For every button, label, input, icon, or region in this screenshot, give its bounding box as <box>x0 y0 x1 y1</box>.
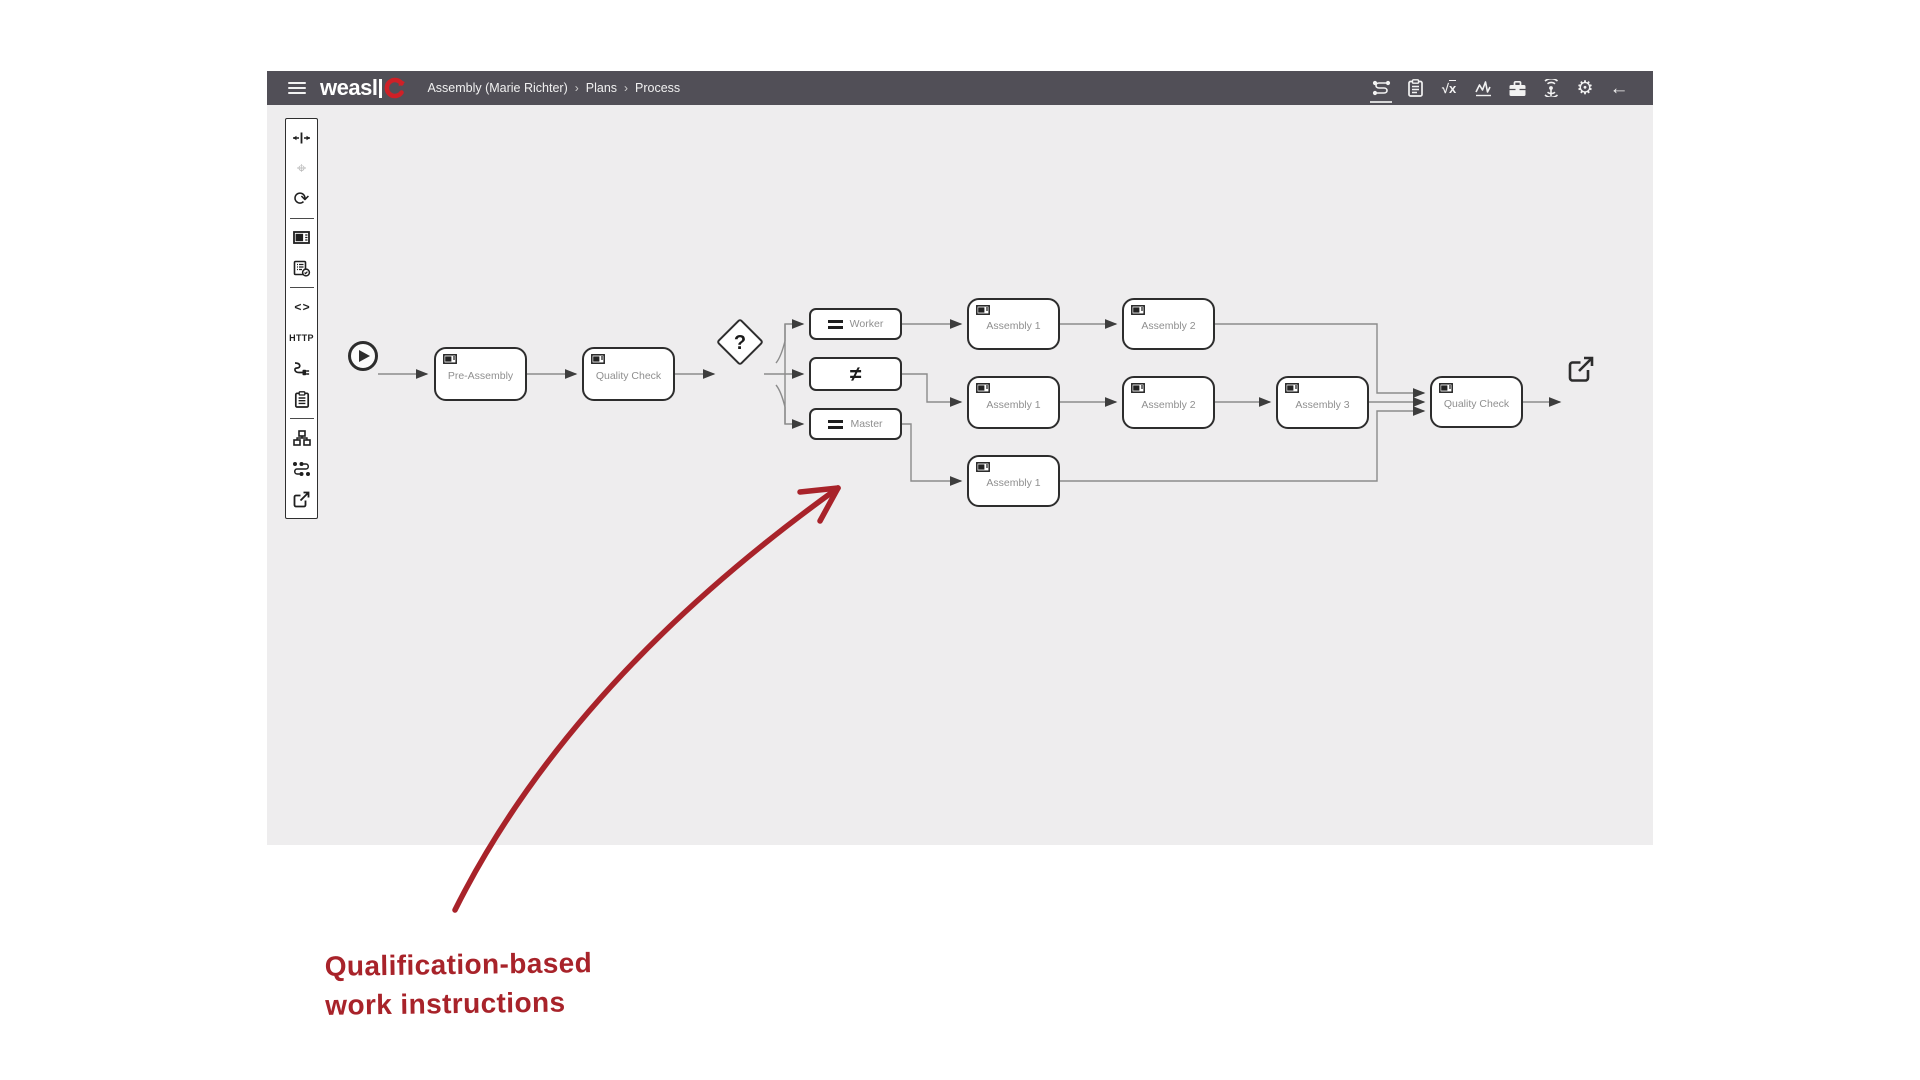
task-assembly3-mid[interactable]: Assembly 3 <box>1276 376 1369 429</box>
task-label: Assembly 1 <box>986 320 1040 332</box>
refresh-icon[interactable]: ⟳ <box>286 184 317 215</box>
task-label: Quality Check <box>596 370 661 382</box>
condition-label: Worker <box>850 318 884 330</box>
annotation-text: Qualification-based work instructions <box>324 943 592 1025</box>
diagram-edges <box>267 105 1653 845</box>
task-label: Assembly 2 <box>1141 399 1195 411</box>
annotation-line-2: work instructions <box>325 982 593 1025</box>
hierarchy-icon[interactable] <box>286 422 317 453</box>
diagram-toolbar: ⌖ ⟳ < > HTTP <box>285 118 318 519</box>
task-quality-check-final[interactable]: Quality Check <box>1430 376 1523 428</box>
breadcrumb-item-assembly[interactable]: Assembly (Marie Richter) <box>427 81 567 95</box>
task-quality-check-1[interactable]: Quality Check <box>582 347 675 401</box>
equals-icon <box>828 420 843 429</box>
clipboard-icon[interactable] <box>286 384 317 415</box>
task-assembly1-mid[interactable]: Assembly 1 <box>967 376 1060 429</box>
app-window: weasl Assembly (Marie Richter) › Plans ›… <box>267 71 1653 845</box>
task-assembly1-bottom[interactable]: Assembly 1 <box>967 455 1060 507</box>
task-label: Quality Check <box>1444 398 1509 410</box>
card-icon <box>591 354 605 364</box>
sqrt-var: x <box>1449 80 1456 96</box>
broadcast-icon[interactable] <box>1537 71 1565 105</box>
condition-not-equal[interactable]: ≠ <box>809 357 902 391</box>
form-view-icon[interactable] <box>286 222 317 253</box>
card-icon <box>1285 383 1299 393</box>
toolbar-divider <box>290 287 314 288</box>
card-icon <box>1131 383 1145 393</box>
task-label: Assembly 3 <box>1295 399 1349 411</box>
equals-icon <box>828 320 843 329</box>
task-label: Assembly 2 <box>1141 320 1195 332</box>
card-icon <box>443 354 457 364</box>
hamburger-icon[interactable] <box>288 82 306 94</box>
task-label: Assembly 1 <box>986 399 1040 411</box>
http-tool[interactable]: HTTP <box>286 322 317 353</box>
move-tool-icon[interactable]: ⌖ <box>286 153 317 184</box>
toolbar-divider <box>290 418 314 419</box>
task-label: Assembly 1 <box>986 477 1040 489</box>
task-assembly2-mid[interactable]: Assembly 2 <box>1122 376 1215 429</box>
breadcrumb-separator: › <box>624 81 628 95</box>
settings-icon[interactable]: ⚙ <box>1571 71 1599 105</box>
route-icon[interactable] <box>286 453 317 484</box>
breadcrumb-item-process[interactable]: Process <box>635 81 680 95</box>
back-icon[interactable]: ← <box>1605 71 1633 105</box>
formula-icon[interactable]: √x <box>1435 71 1463 105</box>
card-icon <box>1439 383 1453 393</box>
play-icon <box>359 350 370 362</box>
open-external-icon[interactable] <box>286 484 317 515</box>
card-icon <box>976 462 990 472</box>
fit-width-icon[interactable] <box>286 122 317 153</box>
logo-text: weasl <box>320 77 377 99</box>
condition-worker[interactable]: Worker <box>809 308 902 340</box>
card-icon <box>1131 305 1145 315</box>
clipboard-icon[interactable] <box>1401 71 1429 105</box>
not-equal-icon: ≠ <box>850 364 862 385</box>
annotation-line-1: Qualification-based <box>324 943 592 986</box>
code-icon[interactable]: < > <box>286 291 317 322</box>
chart-icon[interactable] <box>1469 71 1497 105</box>
document-search-icon[interactable] <box>286 253 317 284</box>
card-icon <box>976 383 990 393</box>
task-label: Pre-Assembly <box>448 370 513 382</box>
sqrt-sign: √ <box>1442 81 1449 96</box>
task-pre-assembly[interactable]: Pre-Assembly <box>434 347 527 401</box>
condition-master[interactable]: Master <box>809 408 902 440</box>
process-canvas[interactable]: Pre-Assembly Quality Check ? Worker ≠ Ma… <box>267 105 1653 845</box>
toolbar-divider <box>290 218 314 219</box>
logo[interactable]: weasl <box>320 77 405 99</box>
start-event[interactable] <box>348 341 378 371</box>
breadcrumb: Assembly (Marie Richter) › Plans › Proce… <box>427 81 680 95</box>
red-circular-arrow-icon <box>383 77 405 99</box>
task-assembly2-top[interactable]: Assembly 2 <box>1122 298 1215 350</box>
briefcase-icon[interactable] <box>1503 71 1531 105</box>
task-assembly1-top[interactable]: Assembly 1 <box>967 298 1060 350</box>
end-event-open-external[interactable] <box>1566 354 1596 389</box>
header-bar: weasl Assembly (Marie Richter) › Plans ›… <box>267 71 1653 105</box>
header-icon-group: √x <box>1367 71 1633 105</box>
card-icon <box>976 305 990 315</box>
process-flow-icon[interactable] <box>1367 71 1395 105</box>
breadcrumb-item-plans[interactable]: Plans <box>586 81 617 95</box>
breadcrumb-separator: › <box>575 81 579 95</box>
open-external-icon <box>1566 354 1596 384</box>
condition-label: Master <box>850 418 882 430</box>
plug-icon[interactable] <box>286 353 317 384</box>
logo-bar <box>379 79 382 98</box>
